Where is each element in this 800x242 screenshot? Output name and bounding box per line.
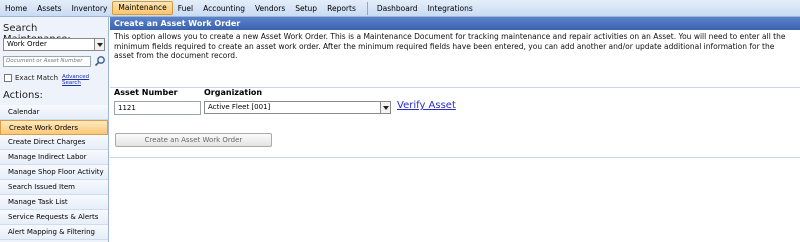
- chevron-down-icon[interactable]: [94, 39, 104, 50]
- main-panel: Create an Asset Work Order This option a…: [110, 17, 800, 242]
- page-title: Create an Asset Work Order: [110, 17, 800, 30]
- action-search-issued-item[interactable]: Search Issued Item: [0, 180, 108, 195]
- action-calendar[interactable]: Calendar: [0, 105, 108, 120]
- search-type-select[interactable]: Work Order: [3, 38, 105, 51]
- menu-accounting[interactable]: Accounting: [198, 1, 250, 16]
- asset-number-label: Asset Number: [114, 88, 178, 97]
- menu-reports[interactable]: Reports: [322, 1, 361, 16]
- menu-integrations[interactable]: Integrations: [423, 1, 478, 16]
- action-service-requests-alerts[interactable]: Service Requests & Alerts: [0, 210, 108, 225]
- menu-fuel[interactable]: Fuel: [173, 1, 198, 16]
- menu-setup[interactable]: Setup: [290, 1, 322, 16]
- chevron-down-icon[interactable]: [380, 102, 390, 113]
- menu-home[interactable]: Home: [0, 1, 32, 16]
- menu-divider: [366, 1, 368, 15]
- page-description: This option allows you to create a new A…: [114, 32, 786, 61]
- menu-assets[interactable]: Assets: [32, 1, 66, 16]
- exact-match-row: Exact Match: [4, 73, 58, 83]
- actions-heading: Actions:: [3, 90, 43, 101]
- action-create-direct-charges[interactable]: Create Direct Charges: [0, 135, 108, 150]
- actions-list: Calendar Create Work Orders Create Direc…: [0, 105, 108, 240]
- top-menu-bar: Home Assets Inventory Maintenance Fuel A…: [0, 0, 800, 17]
- action-manage-shop-floor-activity[interactable]: Manage Shop Floor Activity: [0, 165, 108, 180]
- verify-asset-link[interactable]: Verify Asset: [397, 100, 456, 111]
- action-alert-mapping-filtering[interactable]: Alert Mapping & Filtering: [0, 225, 108, 240]
- menu-vendors[interactable]: Vendors: [250, 1, 290, 16]
- menu-maintenance[interactable]: Maintenance: [112, 1, 173, 15]
- create-asset-work-order-button[interactable]: Create an Asset Work Order: [115, 133, 272, 147]
- menu-dashboard[interactable]: Dashboard: [372, 1, 423, 16]
- action-manage-task-list[interactable]: Manage Task List: [0, 195, 108, 210]
- exact-match-checkbox[interactable]: [4, 74, 12, 82]
- asset-number-field[interactable]: 1121: [114, 101, 201, 115]
- search-type-value: Work Order: [7, 40, 47, 48]
- action-create-work-orders[interactable]: Create Work Orders: [0, 120, 108, 135]
- action-manage-indirect-labor[interactable]: Manage Indirect Labor: [0, 150, 108, 165]
- organization-value: Active Fleet [001]: [208, 103, 271, 111]
- organization-select[interactable]: Active Fleet [001]: [204, 101, 391, 114]
- advanced-search-link[interactable]: Advanced Search: [62, 74, 108, 86]
- search-input[interactable]: Document or Asset Number: [3, 56, 91, 67]
- search-icon[interactable]: [94, 55, 106, 67]
- sidebar: Search Maintenance: Work Order Document …: [0, 17, 109, 242]
- menu-inventory[interactable]: Inventory: [67, 1, 113, 16]
- divider: [110, 157, 800, 158]
- description-section: This option allows you to create a new A…: [110, 32, 800, 88]
- organization-label: Organization: [204, 88, 263, 97]
- exact-match-label: Exact Match: [15, 74, 59, 82]
